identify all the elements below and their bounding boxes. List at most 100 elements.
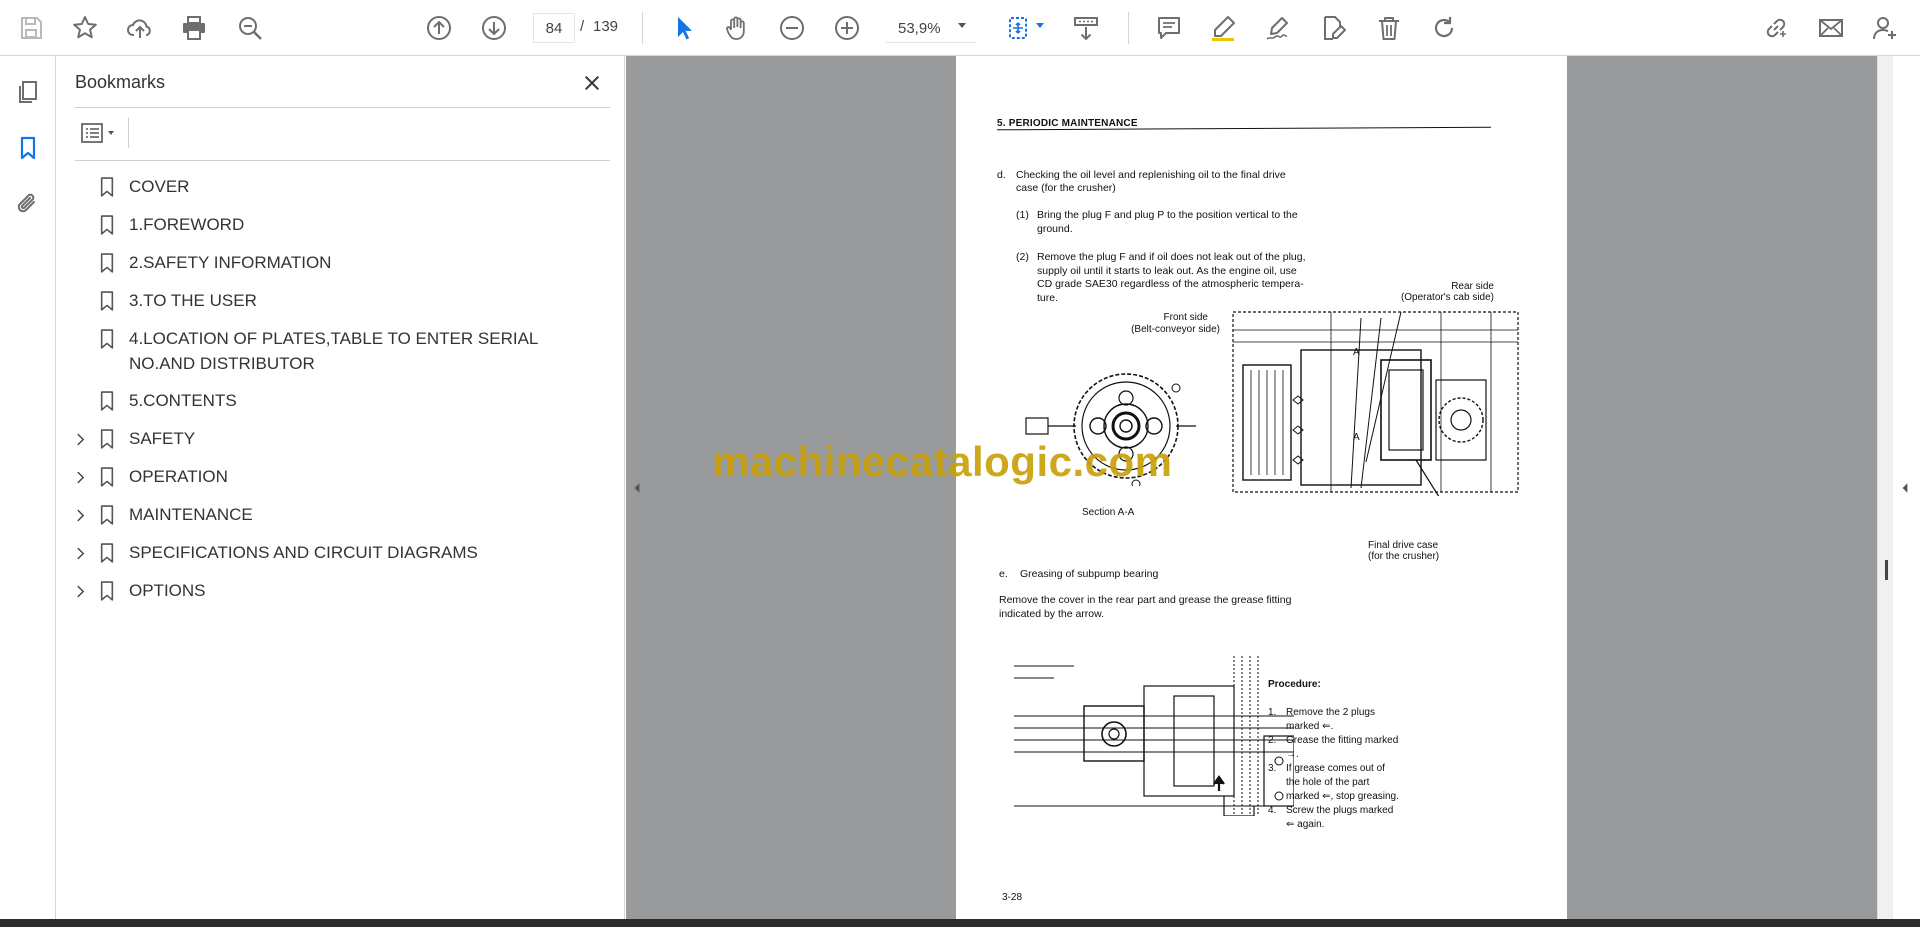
figure-label: (Belt-conveyor side)	[1131, 324, 1220, 335]
save-icon[interactable]	[12, 9, 50, 47]
zoom-level-value: 53,9%	[898, 19, 941, 37]
bookmark-item[interactable]: 3.TO THE USER	[57, 282, 625, 320]
chevron-right-icon[interactable]	[69, 502, 91, 528]
share-link-icon[interactable]	[1757, 9, 1795, 47]
procedure-text: If grease comes out of	[1286, 763, 1385, 774]
bookmarks-title: Bookmarks	[75, 72, 166, 92]
print-icon[interactable]	[175, 9, 213, 47]
svg-text:A: A	[1353, 347, 1360, 358]
bookmark-label: 3.TO THE USER	[129, 291, 257, 310]
step-text: supply oil until it starts to leak out. …	[1037, 265, 1297, 277]
bookmark-ribbon-icon	[97, 464, 117, 490]
previous-page-icon[interactable]	[420, 9, 458, 47]
edit-pdf-icon[interactable]	[1314, 9, 1352, 47]
fit-page-icon[interactable]	[1000, 9, 1038, 47]
bookmark-item[interactable]: SPECIFICATIONS AND CIRCUIT DIAGRAMS	[57, 534, 625, 572]
close-icon[interactable]	[577, 68, 607, 98]
figure-label: Final drive case	[1368, 540, 1439, 551]
zoom-out-icon[interactable]	[773, 9, 811, 47]
svg-text:A: A	[1353, 432, 1360, 443]
page-total: 139	[593, 18, 619, 35]
procedure-number: 4.	[1268, 805, 1277, 816]
bookmark-label: SPECIFICATIONS AND CIRCUIT DIAGRAMS	[129, 543, 478, 562]
scroll-mode-icon[interactable]	[1067, 9, 1105, 47]
zoom-search-icon[interactable]	[231, 9, 269, 47]
figure-label: (Operator's cab side)	[1400, 292, 1494, 303]
upload-cloud-icon[interactable]	[121, 9, 159, 47]
next-page-icon[interactable]	[475, 9, 513, 47]
page-thumbnails-icon[interactable]	[10, 74, 46, 110]
zoom-in-icon[interactable]	[828, 9, 866, 47]
bookmark-item[interactable]: SAFETY	[57, 420, 625, 458]
delete-icon[interactable]	[1370, 9, 1408, 47]
item-d-text: Checking the oil level and replenishing …	[1016, 169, 1286, 181]
procedure-text: →.	[1286, 749, 1299, 760]
taskbar-strip	[0, 919, 1920, 927]
procedure-text: Screw the plugs marked	[1286, 805, 1394, 816]
chevron-down-icon[interactable]	[958, 23, 966, 28]
procedure-text: Remove the 2 plugs	[1286, 707, 1375, 718]
page-separator: /	[580, 18, 585, 35]
item-d-text: case (for the crusher)	[1016, 182, 1116, 194]
bookmark-item[interactable]: 2.SAFETY INFORMATION	[57, 244, 625, 282]
bookmark-item[interactable]: 5.CONTENTS	[57, 382, 625, 420]
chevron-right-icon[interactable]	[69, 426, 91, 452]
item-e-text: Remove the cover in the rear part and gr…	[999, 594, 1292, 606]
chevron-down-icon[interactable]	[1036, 23, 1044, 28]
bookmark-item[interactable]: MAINTENANCE	[57, 496, 625, 534]
chevron-right-icon[interactable]	[69, 578, 91, 604]
star-icon[interactable]	[66, 9, 104, 47]
expand-right-panel-icon[interactable]	[1898, 478, 1912, 498]
pdf-page: 5. PERIODIC MAINTENANCE d. Checking the …	[956, 56, 1567, 919]
bookmark-icon[interactable]	[10, 130, 46, 166]
bookmark-label: COVER	[129, 177, 190, 196]
toolbar-divider	[642, 12, 643, 44]
procedure-number: 2.	[1268, 735, 1277, 746]
attachment-icon[interactable]	[10, 186, 46, 222]
bookmark-item[interactable]: 4.LOCATION OF PLATES,TABLE TO ENTER SERI…	[57, 320, 625, 382]
bookmark-list: COVER 1.FOREWORD 2.SAFETY INFORMATION 3.TO …	[57, 168, 625, 610]
bookmark-label: 4.LOCATION OF PLATES,TABLE TO ENTER SERI…	[129, 329, 538, 373]
step-text: ture.	[1037, 292, 1059, 304]
vertical-scrollbar[interactable]	[1877, 56, 1893, 919]
chevron-right-icon[interactable]	[69, 464, 91, 490]
subpump-diagram	[1014, 656, 1294, 816]
select-cursor-icon[interactable]	[664, 9, 702, 47]
bookmark-ribbon-icon	[97, 502, 117, 528]
bookmark-item[interactable]: OPTIONS	[57, 572, 625, 610]
item-e-label: e.	[999, 568, 1008, 580]
crusher-diagram: A A	[1232, 311, 1519, 496]
draw-signature-icon[interactable]	[1259, 9, 1297, 47]
highlight-pen-icon[interactable]	[1204, 9, 1242, 47]
collapse-left-panel-icon[interactable]	[630, 478, 644, 498]
add-user-icon[interactable]	[1866, 9, 1904, 47]
page-number-input[interactable]	[533, 13, 575, 43]
rotate-icon[interactable]	[1425, 9, 1463, 47]
bookmark-options-button[interactable]	[75, 116, 125, 150]
step-text: ground.	[1037, 223, 1073, 235]
bookmark-item[interactable]: OPERATION	[57, 458, 625, 496]
email-icon[interactable]	[1812, 9, 1850, 47]
bookmark-item[interactable]: COVER	[57, 168, 625, 206]
zoom-level-select[interactable]: 53,9%	[885, 13, 977, 43]
bookmark-item[interactable]: 1.FOREWORD	[57, 206, 625, 244]
panel-divider	[128, 118, 129, 148]
procedure-text: Grease the fitting marked	[1286, 735, 1399, 746]
procedure-text: ⇐ again.	[1286, 819, 1325, 830]
hand-tool-icon[interactable]	[718, 9, 756, 47]
bookmark-label: OPTIONS	[129, 581, 206, 600]
toolbar-divider	[1128, 12, 1129, 44]
watermark-text: machinecatalogic.com	[712, 438, 1173, 485]
scrollbar-thumb[interactable]	[1885, 560, 1888, 580]
section-label: Section A-A	[1082, 507, 1135, 518]
bookmark-label: 1.FOREWORD	[129, 215, 245, 234]
bookmark-ribbon-icon	[97, 326, 117, 352]
comment-icon[interactable]	[1150, 9, 1188, 47]
chevron-right-icon[interactable]	[69, 540, 91, 566]
bookmark-ribbon-icon	[97, 540, 117, 566]
